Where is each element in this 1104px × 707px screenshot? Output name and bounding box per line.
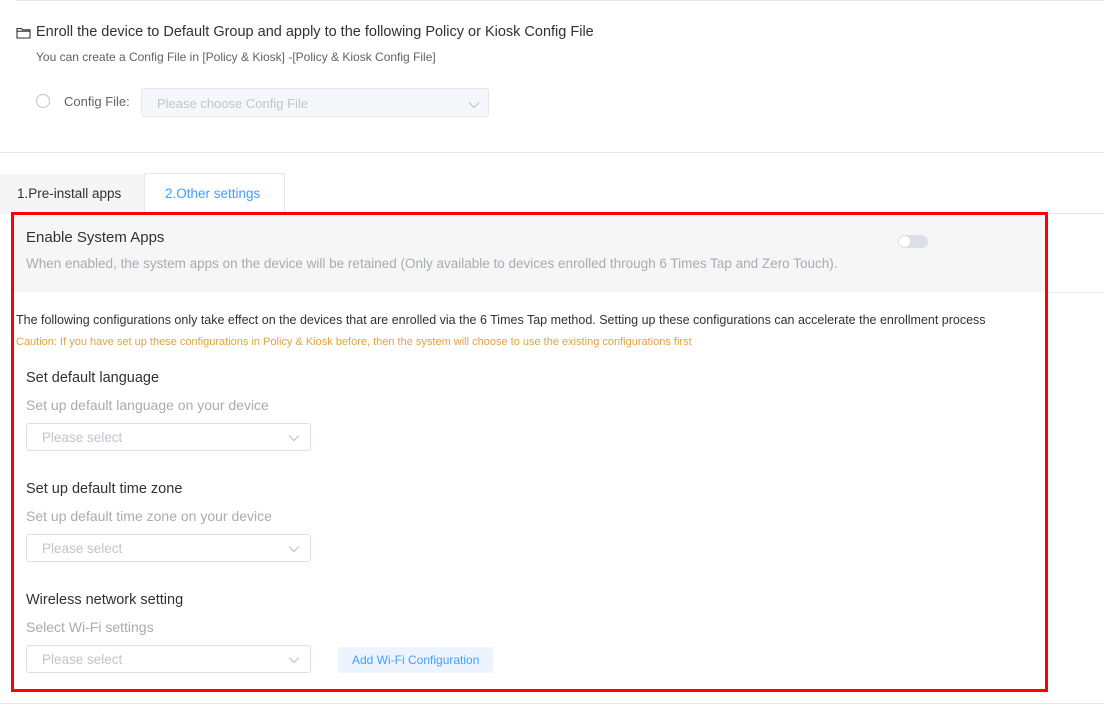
section-divider	[0, 152, 1104, 153]
language-title: Set default language	[26, 370, 160, 386]
config-file-select[interactable]: Please choose Config File	[141, 88, 489, 117]
wifi-select[interactable]: Please select	[26, 645, 311, 673]
wifi-placeholder: Please select	[42, 652, 123, 667]
language-placeholder: Please select	[42, 430, 123, 445]
tab-pre-install-apps[interactable]: 1.Pre-install apps	[0, 174, 144, 214]
toggle-knob	[899, 236, 910, 247]
enrollment-info-text: The following configurations only take e…	[16, 313, 986, 327]
system-apps-toggle[interactable]	[898, 235, 928, 248]
timezone-title: Set up default time zone	[26, 481, 183, 497]
folder-icon	[16, 27, 31, 39]
tab-other-settings[interactable]: 2.Other settings	[144, 173, 285, 214]
timezone-placeholder: Please select	[42, 541, 123, 556]
chevron-down-icon	[288, 546, 300, 553]
system-apps-divider	[1046, 292, 1104, 293]
wifi-subtitle: Select Wi-Fi settings	[26, 619, 154, 635]
enroll-title: Enroll the device to Default Group and a…	[36, 24, 594, 40]
chevron-down-icon	[288, 435, 300, 442]
bottom-divider	[0, 703, 1104, 704]
add-wifi-configuration-button[interactable]: Add Wi-Fi Configuration	[338, 647, 493, 673]
timezone-select[interactable]: Please select	[26, 534, 311, 562]
tab-label: 2.Other settings	[165, 186, 261, 201]
language-subtitle: Set up default language on your device	[26, 397, 269, 413]
wifi-title: Wireless network setting	[26, 592, 184, 608]
system-apps-description: When enabled, the system apps on the dev…	[26, 256, 838, 271]
language-select[interactable]: Please select	[26, 423, 311, 451]
timezone-subtitle: Set up default time zone on your device	[26, 508, 272, 524]
system-apps-title: Enable System Apps	[26, 229, 165, 246]
chevron-down-icon	[468, 102, 480, 109]
config-file-radio[interactable]	[36, 94, 50, 108]
config-file-placeholder: Please choose Config File	[157, 96, 309, 111]
caution-text: Caution: If you have set up these config…	[16, 336, 692, 348]
top-divider	[16, 0, 1104, 1]
system-apps-row	[13, 214, 1046, 292]
enroll-subtitle: You can create a Config File in [Policy …	[36, 50, 436, 64]
chevron-down-icon	[288, 657, 300, 664]
add-wifi-button-label: Add Wi-Fi Configuration	[352, 653, 480, 667]
tab-label: 1.Pre-install apps	[17, 186, 122, 201]
config-file-label: Config File:	[64, 94, 130, 109]
